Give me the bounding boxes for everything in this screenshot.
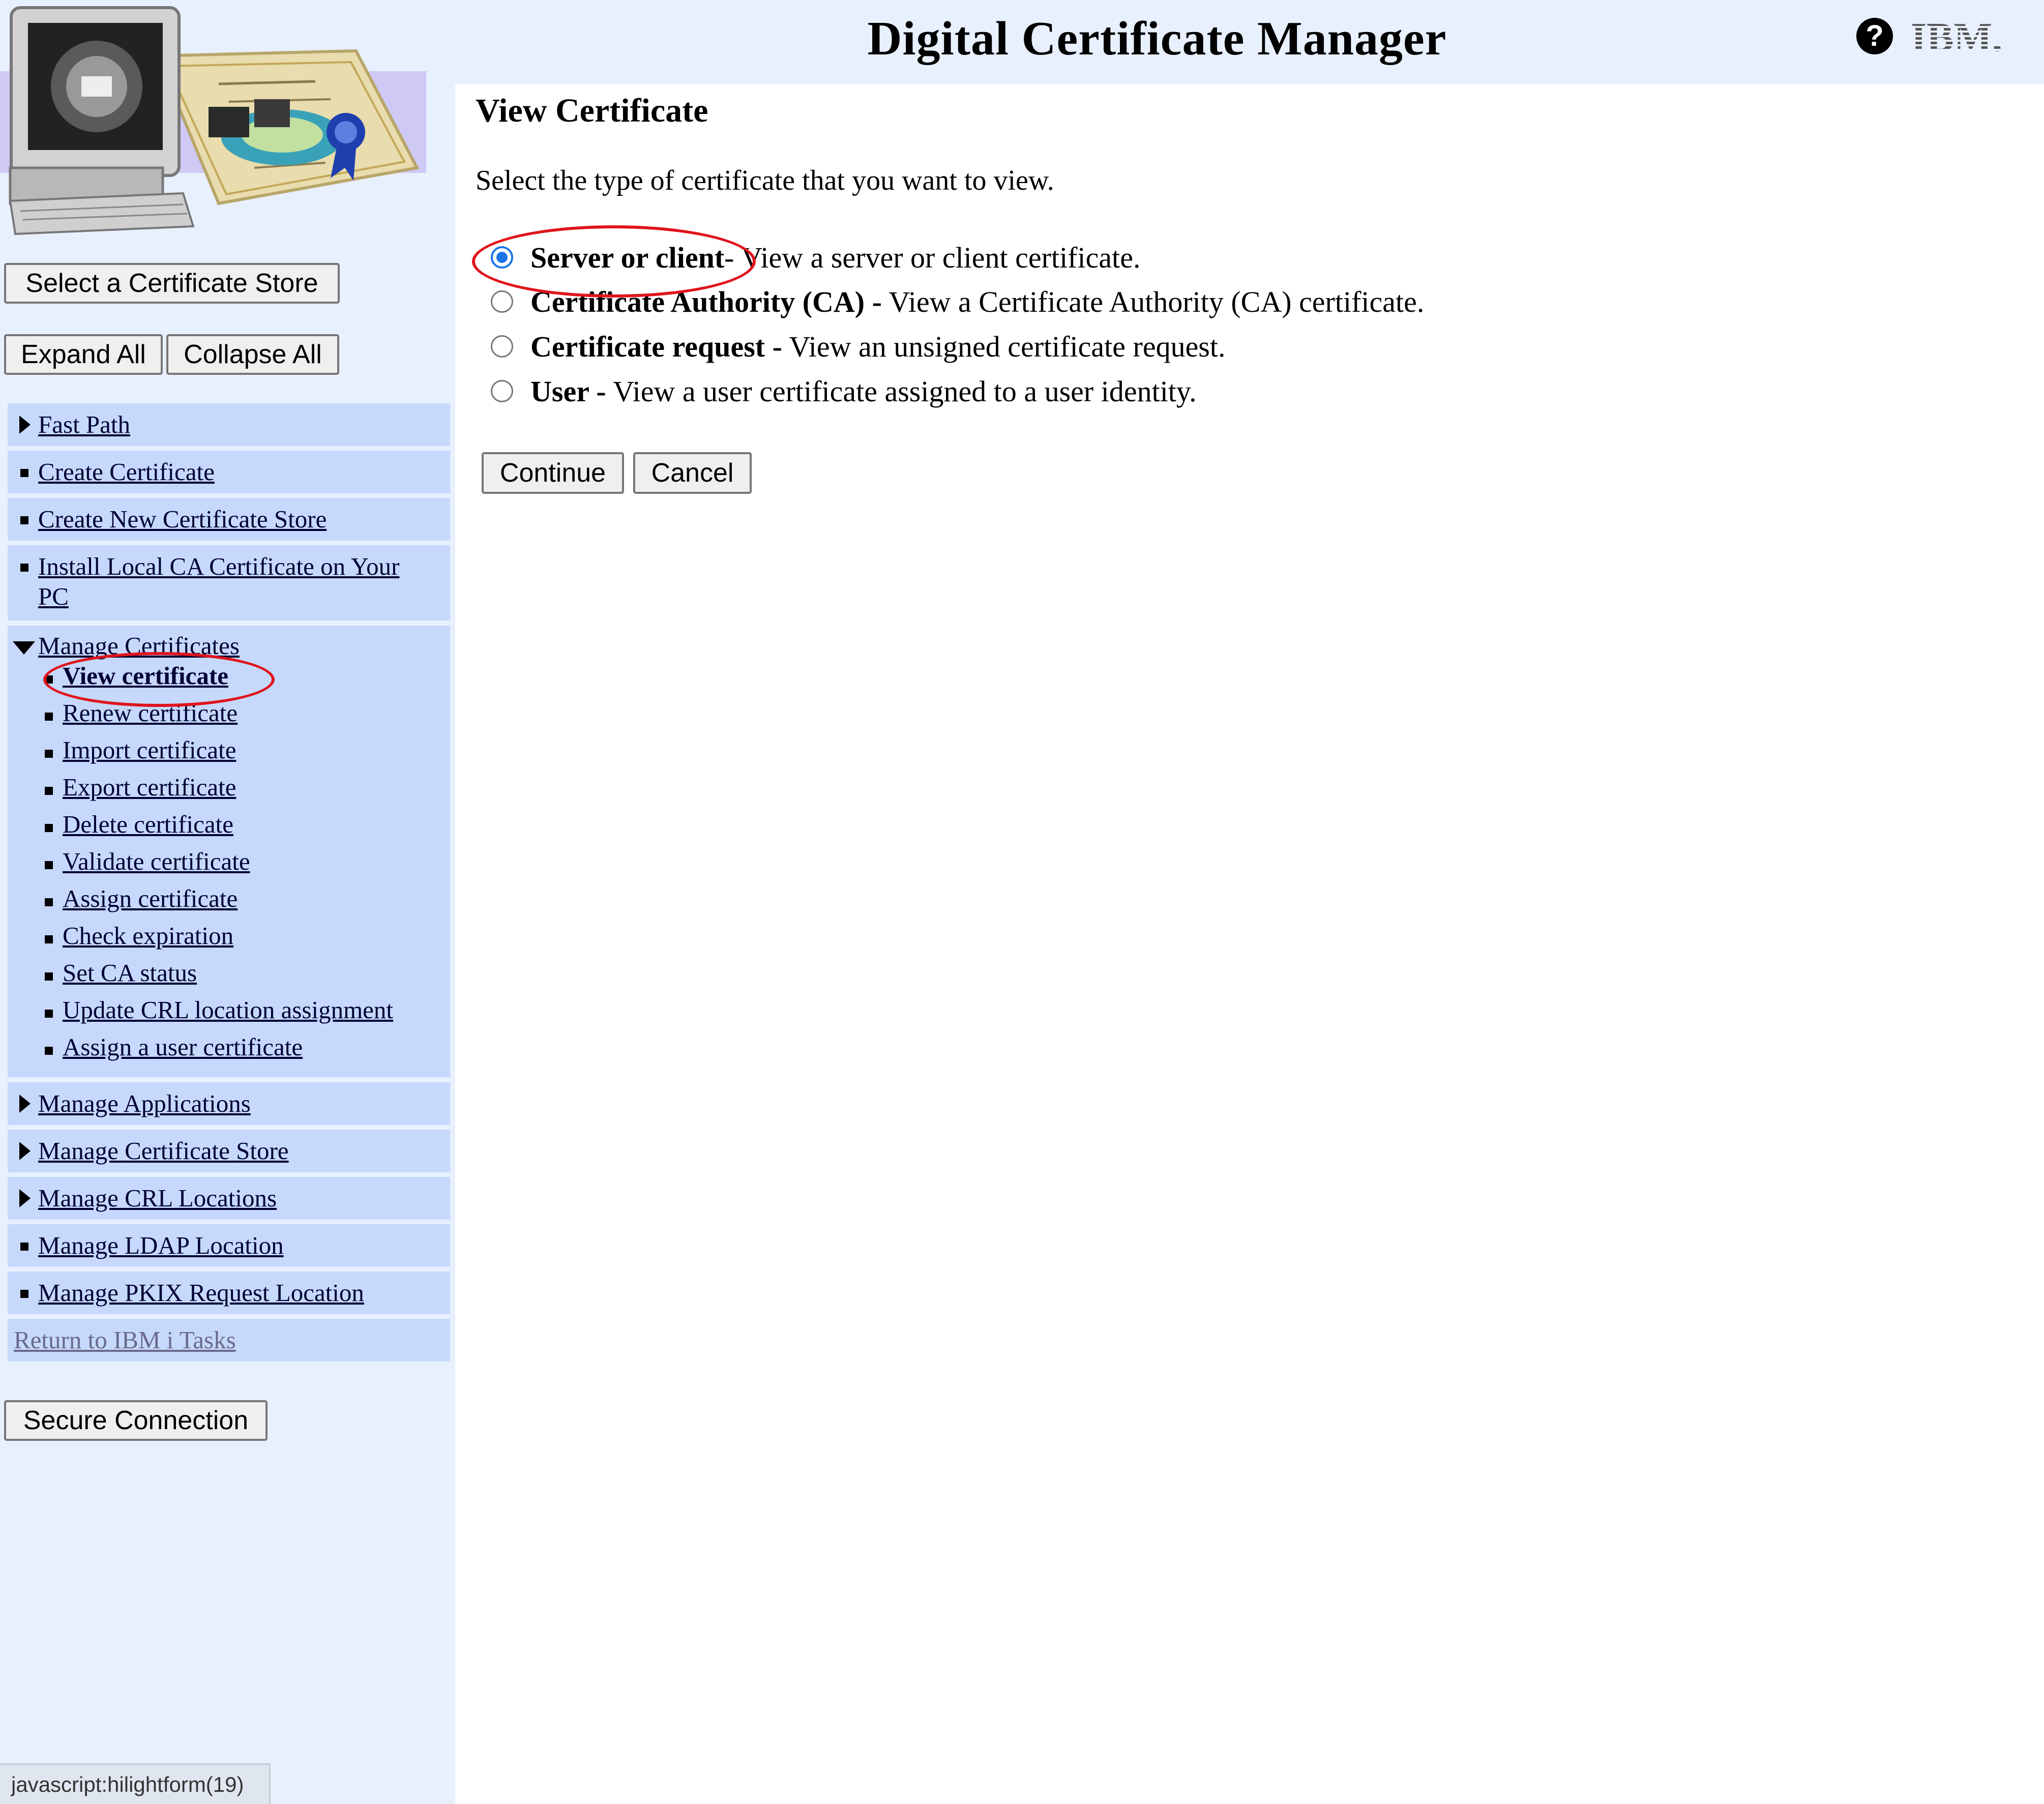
- nav-link-renew-certificate[interactable]: Renew certificate: [63, 698, 238, 727]
- bullet-icon: [45, 750, 53, 758]
- nav-manage-applications: Manage Applications: [8, 1082, 450, 1125]
- nav-fast-path: Fast Path: [8, 403, 450, 446]
- option-label: Certificate request -: [530, 330, 782, 363]
- bullet-icon: [20, 516, 28, 524]
- nav-link-check-expiration[interactable]: Check expiration: [63, 921, 233, 950]
- bullet-icon: [45, 787, 53, 795]
- expand-arrow-icon[interactable]: [19, 1189, 31, 1207]
- nav-manage-certificates: Manage Certificates View certificate Ren…: [8, 626, 450, 1077]
- bullet-icon: [20, 1243, 28, 1251]
- option-label: Server or client: [530, 241, 725, 274]
- option-description: View an unsigned certificate request.: [782, 330, 1226, 363]
- expand-arrow-icon[interactable]: [19, 416, 31, 434]
- nav-link-set-ca-status[interactable]: Set CA status: [63, 958, 197, 987]
- nav-create-new-store: Create New Certificate Store: [8, 498, 450, 541]
- sidebar: Select a Certificate Store Expand All Co…: [0, 0, 455, 1804]
- header-bar: Digital Certificate Manager ? IBM.: [455, 0, 2044, 84]
- bullet-icon: [45, 713, 53, 721]
- bullet-icon: [20, 469, 28, 477]
- expand-arrow-icon[interactable]: [19, 1142, 31, 1160]
- bullet-icon: [20, 1290, 28, 1298]
- nav-return-to-tasks: Return to IBM i Tasks: [8, 1319, 450, 1362]
- nav-link-create-certificate[interactable]: Create Certificate: [38, 457, 215, 486]
- radio-certificate-request[interactable]: [491, 335, 513, 358]
- nav-link-export-certificate[interactable]: Export certificate: [63, 773, 236, 802]
- nav-link-create-new-store[interactable]: Create New Certificate Store: [38, 505, 327, 534]
- page-title: View Certificate: [476, 92, 708, 129]
- nav-link-assign-user-certificate[interactable]: Assign a user certificate: [63, 1032, 303, 1061]
- nav-manage-certificate-store: Manage Certificate Store: [8, 1130, 450, 1172]
- option-description: View a user certificate assigned to a us…: [606, 374, 1197, 408]
- bullet-icon: [20, 564, 28, 572]
- bullet-icon: [45, 935, 53, 943]
- bullet-icon: [45, 675, 53, 684]
- option-description: - View a server or client certificate.: [724, 241, 1141, 274]
- bullet-icon: [45, 1047, 53, 1055]
- nav-create-certificate: Create Certificate: [8, 451, 450, 493]
- bullet-icon: [45, 898, 53, 906]
- option-server-or-client[interactable]: Server or client - View a server or clie…: [491, 237, 1140, 278]
- radio-certificate-authority[interactable]: [491, 290, 513, 313]
- option-description: View a Certificate Authority (CA) certif…: [881, 285, 1425, 318]
- status-bar: javascript:hilightform(19): [0, 1763, 271, 1804]
- cancel-button[interactable]: Cancel: [633, 452, 752, 494]
- nav-link-import-certificate[interactable]: Import certificate: [63, 735, 236, 764]
- bullet-icon: [45, 972, 53, 981]
- option-label: Certificate Authority (CA) -: [530, 285, 882, 318]
- nav-link-return-to-tasks[interactable]: Return to IBM i Tasks: [14, 1325, 236, 1354]
- dcm-logo-illustration: [0, 6, 426, 235]
- nav-manage-crl-locations: Manage CRL Locations: [8, 1177, 450, 1220]
- nav-link-assign-certificate[interactable]: Assign certificate: [63, 884, 238, 913]
- nav-link-manage-ldap-location[interactable]: Manage LDAP Location: [38, 1231, 284, 1260]
- bullet-icon: [45, 824, 53, 832]
- nav-link-manage-crl-locations[interactable]: Manage CRL Locations: [38, 1184, 277, 1212]
- collapse-all-button[interactable]: Collapse All: [166, 334, 339, 375]
- nav-manage-pkix-location: Manage PKIX Request Location: [8, 1271, 450, 1314]
- svg-text:IBM.: IBM.: [1911, 15, 2002, 60]
- nav-link-fast-path[interactable]: Fast Path: [38, 410, 130, 439]
- nav-install-local-ca: Install Local CA Certificate on Your PC: [8, 545, 450, 620]
- status-bar-text: javascript:hilightform(19): [11, 1772, 244, 1796]
- option-certificate-authority[interactable]: Certificate Authority (CA) - View a Cert…: [491, 281, 1424, 322]
- nav-manage-ldap-location: Manage LDAP Location: [8, 1224, 450, 1267]
- nav-link-install-local-ca[interactable]: Install Local CA Certificate on Your: [38, 552, 399, 581]
- nav-link-update-crl-location[interactable]: Update CRL location assignment: [63, 995, 393, 1024]
- ibm-logo: IBM.: [1911, 15, 2002, 60]
- nav-link-view-certificate[interactable]: View certificate: [63, 661, 228, 690]
- bullet-icon: [45, 861, 53, 869]
- expand-all-button[interactable]: Expand All: [4, 334, 163, 375]
- app-title: Digital Certificate Manager: [867, 12, 1447, 65]
- continue-button[interactable]: Continue: [482, 452, 624, 494]
- radio-user[interactable]: [491, 380, 513, 402]
- nav-link-delete-certificate[interactable]: Delete certificate: [63, 810, 233, 839]
- option-certificate-request[interactable]: Certificate request - View an unsigned c…: [491, 326, 1226, 367]
- nav-link-manage-applications[interactable]: Manage Applications: [38, 1089, 251, 1118]
- secure-connection-button[interactable]: Secure Connection: [4, 1400, 268, 1441]
- expand-arrow-icon[interactable]: [19, 1095, 31, 1113]
- nav-link-manage-certificates[interactable]: Manage Certificates: [38, 631, 240, 660]
- instructions-text: Select the type of certificate that you …: [476, 165, 1054, 196]
- option-label: User -: [530, 374, 606, 408]
- nav-link-validate-certificate[interactable]: Validate certificate: [63, 847, 250, 876]
- option-user[interactable]: User - View a user certificate assigned …: [491, 371, 1197, 411]
- help-icon[interactable]: ?: [1856, 18, 1893, 54]
- nav-link-manage-pkix-location[interactable]: Manage PKIX Request Location: [38, 1278, 364, 1307]
- collapse-arrow-icon[interactable]: [13, 641, 35, 655]
- nav-link-install-local-ca-cont[interactable]: PC: [38, 582, 69, 611]
- radio-server-or-client[interactable]: [491, 246, 513, 269]
- nav-link-manage-certificate-store[interactable]: Manage Certificate Store: [38, 1136, 289, 1165]
- select-certificate-store-button[interactable]: Select a Certificate Store: [4, 263, 340, 304]
- bullet-icon: [45, 1010, 53, 1018]
